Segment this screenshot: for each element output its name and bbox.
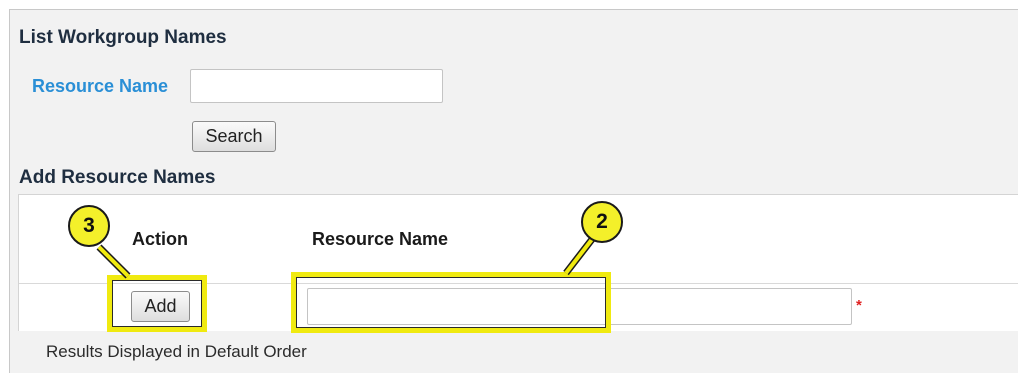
- column-header-action: Action: [132, 229, 188, 249]
- resource-name-search-input[interactable]: [190, 69, 443, 103]
- search-button[interactable]: Search: [192, 121, 276, 152]
- callout-number-3: 3: [68, 205, 110, 247]
- results-order-text: Results Displayed in Default Order: [46, 342, 307, 361]
- column-header-resource-name: Resource Name: [312, 229, 449, 249]
- resource-name-label: Resource Name: [32, 76, 169, 96]
- add-resource-heading: Add Resource Names: [19, 167, 216, 188]
- add-button[interactable]: Add: [131, 291, 190, 322]
- resource-name-add-input[interactable]: [307, 288, 852, 325]
- callout-number-2: 2: [581, 201, 623, 243]
- row-divider: [19, 283, 1018, 284]
- required-asterisk: *: [856, 297, 862, 314]
- list-workgroup-heading: List Workgroup Names: [19, 27, 227, 48]
